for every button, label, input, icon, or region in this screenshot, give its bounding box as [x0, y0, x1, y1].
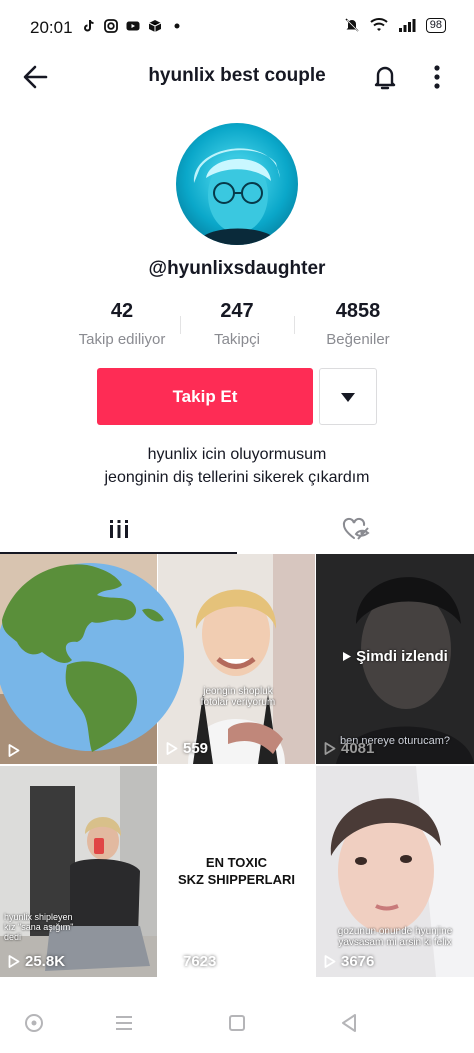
battery-indicator: 98: [425, 17, 446, 33]
caret-down-icon: [341, 392, 355, 402]
grid-icon: [109, 520, 128, 538]
thumbnail-image: [0, 766, 157, 977]
watched-badge-text: Şimdi izlendi: [356, 648, 448, 665]
stat-followers[interactable]: 247 Takipçi: [190, 300, 284, 348]
likes-label: Beğeniler: [326, 331, 390, 348]
wifi-icon: [370, 18, 388, 31]
system-icons: 98: [344, 17, 446, 33]
avatar-image: [176, 123, 298, 245]
profile-header: hyunlix best couple: [0, 56, 474, 96]
system-nav-bar: [0, 990, 474, 1053]
likes-count: 4858: [335, 300, 381, 322]
view-count-text: 7623: [183, 953, 217, 970]
nav-home-button[interactable]: [21, 1010, 47, 1036]
followers-count: 247: [220, 300, 254, 322]
stat-following[interactable]: 42 Takip ediliyor: [60, 300, 184, 348]
video-caption: jeongin shopluk fotolar veriyorum: [200, 686, 276, 708]
play-icon: [324, 955, 336, 968]
profile-stats: 42 Takip ediliyor 247 Takipçi 4858 Beğen…: [60, 300, 414, 350]
bio-line: jeonginin diş tellerini sikerek çıkardım: [104, 469, 370, 486]
circle-home-icon: [25, 1014, 43, 1032]
instagram-icon: [104, 19, 118, 33]
stat-divider: [294, 316, 295, 334]
profile-bio: hyunlix icin oluyormusum jeonginin diş t…: [0, 443, 474, 489]
play-filled-icon: [343, 652, 352, 661]
username: @hyunlixsdaughter: [148, 258, 326, 279]
box-icon: [148, 20, 162, 32]
mute-icon: [345, 18, 359, 32]
followers-label: Takipçi: [214, 331, 260, 348]
square-icon: [229, 1015, 245, 1031]
nav-back-button[interactable]: [336, 1010, 362, 1036]
tiktok-icon: [84, 19, 94, 32]
follow-button[interactable]: Takip Et: [97, 368, 313, 425]
video-thumbnail[interactable]: gozunun onunde hyunjine yavsasam mi arsi…: [316, 766, 474, 977]
view-count: 4081: [324, 740, 374, 757]
following-count: 42: [110, 300, 134, 322]
video-title-text: EN TOXIC SKZ SHIPPERLARI: [158, 854, 315, 888]
globe-icon: [0, 563, 184, 752]
avatar[interactable]: [176, 123, 298, 245]
view-count: 25.8K: [8, 953, 65, 970]
bio-line: hyunlix icin oluyormusum: [147, 446, 327, 463]
view-count-text: 3676: [341, 953, 375, 970]
stat-likes[interactable]: 4858 Beğeniler: [304, 300, 412, 348]
play-icon: [8, 955, 20, 968]
suggested-accounts-dropdown[interactable]: [319, 368, 377, 425]
play-icon: [166, 955, 178, 968]
bell-icon: [374, 66, 396, 90]
signal-icon: [398, 19, 416, 32]
view-count: 3676: [324, 953, 374, 970]
watched-badge: Şimdi izlendi: [316, 648, 474, 665]
menu-icon: [116, 1016, 132, 1030]
status-time: 20:01: [30, 18, 73, 37]
dot-icon: [174, 23, 180, 29]
video-thumbnail[interactable]: hyunlix shipleyen kız "sana aşığım" dedi…: [0, 766, 157, 977]
page-title: hyunlix best couple: [148, 65, 326, 86]
view-count-text: 25.8K: [25, 953, 66, 970]
tab-liked[interactable]: [237, 505, 474, 553]
video-thumbnail[interactable]: EN TOXIC SKZ SHIPPERLARI 7623: [158, 766, 315, 977]
more-options-button[interactable]: [428, 62, 446, 92]
stat-divider: [180, 316, 181, 334]
triangle-back-icon: [342, 1014, 356, 1032]
notification-icons: [82, 19, 184, 33]
notification-bell-button[interactable]: [370, 62, 400, 92]
more-vertical-icon: [434, 65, 440, 89]
video-caption: gozunun onunde hyunjine yavsasam mi arsi…: [337, 926, 453, 948]
liked-heart-icon: [342, 517, 370, 540]
following-label: Takip ediliyor: [78, 331, 166, 348]
nav-recents-button[interactable]: [224, 1010, 250, 1036]
play-icon: [324, 742, 336, 755]
view-count-text: 4081: [341, 740, 375, 757]
view-count: 7623: [166, 953, 216, 970]
video-caption: hyunlix shipleyen kız "sana aşığım" dedi: [4, 912, 74, 942]
video-thumbnail[interactable]: Şimdi izlendi ben nereye oturucam? 4081: [316, 554, 474, 764]
video-title-line: EN TOXIC: [205, 855, 268, 870]
video-title-line: SKZ SHIPPERLARI: [177, 872, 295, 887]
youtube-icon: [126, 21, 140, 31]
nav-menu-button[interactable]: [111, 1010, 137, 1036]
status-bar: 20:01 98: [0, 0, 474, 56]
